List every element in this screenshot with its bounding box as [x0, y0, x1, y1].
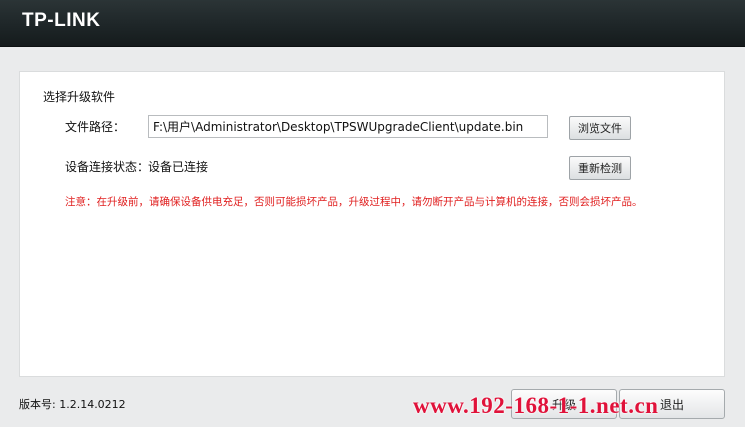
- version-label: 版本号: 1.2.14.0212: [19, 398, 126, 411]
- section-title: 选择升级软件: [43, 90, 116, 104]
- warning-notice: 注意：在升级前，请确保设备供电充足，否则可能损坏产品，升级过程中，请勿断开产品与…: [65, 196, 643, 208]
- connection-status-label: 设备连接状态：: [65, 160, 150, 174]
- file-path-input[interactable]: [148, 115, 548, 138]
- connection-status-value: 设备已连接: [148, 160, 209, 174]
- tp-link-logo: TP-LINK: [22, 10, 101, 31]
- app-header: TP-LINK: [0, 0, 745, 47]
- upgrade-panel: 选择升级软件 文件路径： 浏览文件 设备连接状态： 设备已连接 重新检测 注意：…: [19, 71, 725, 377]
- site-watermark: www.192-168-1-1.net.cn: [413, 393, 659, 418]
- file-path-label: 文件路径：: [65, 120, 126, 134]
- browse-file-button[interactable]: 浏览文件: [569, 116, 631, 140]
- redetect-button[interactable]: 重新检测: [569, 156, 631, 180]
